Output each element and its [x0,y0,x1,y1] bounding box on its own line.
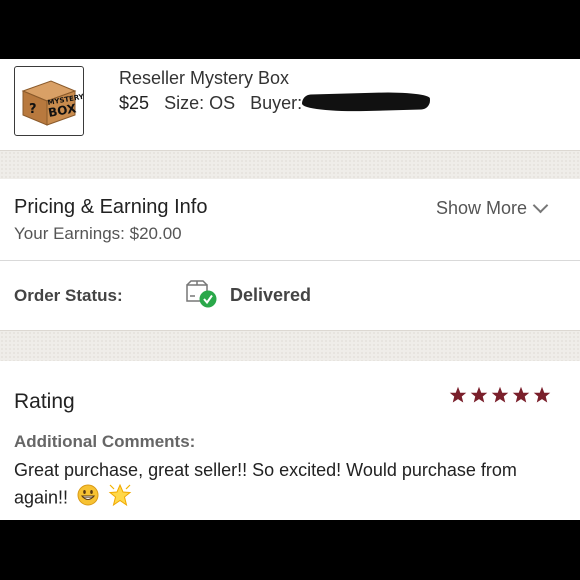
buyer-name-redaction [301,91,431,113]
order-status-label: Order Status: [14,286,123,305]
item-price: $25 [119,93,150,113]
item-meta: $25 Size: OS Buyer: [119,93,302,114]
pricing-card [0,179,580,261]
rating-title: Rating [14,390,75,413]
item-thumbnail[interactable]: ? MYSTERY BOX [14,66,84,136]
earnings-text: Your Earnings: $20.00 [14,224,182,243]
star-icon [512,386,530,403]
item-title[interactable]: Reseller Mystery Box [119,68,289,89]
section-divider-band [0,330,580,362]
star-icon [470,386,488,403]
mystery-box-image: ? MYSTERY BOX [21,80,83,126]
section-divider-band [0,150,580,180]
question-mark: ? [29,102,37,117]
star-rating [449,386,551,404]
bottom-black-bar [0,520,580,580]
buyer-label: Buyer: [250,93,303,113]
star-icon [533,386,551,403]
glowing-star-emoji [108,483,132,514]
star-icon [491,386,509,403]
comments-text: Great purchase, great seller!! So excite… [14,457,564,514]
show-more-button[interactable]: Show More [436,197,549,219]
top-black-bar [0,0,580,59]
chevron-down-icon [532,197,549,214]
grinning-face-emoji [77,484,99,513]
additional-comments-label: Additional Comments: [14,432,196,451]
star-icon [449,386,467,403]
show-more-label: Show More [436,198,528,218]
pricing-title: Pricing & Earning Info [14,196,208,218]
item-size: Size: OS [164,93,236,113]
box-delivered-icon [185,280,219,308]
order-status-value: Delivered [230,285,312,305]
